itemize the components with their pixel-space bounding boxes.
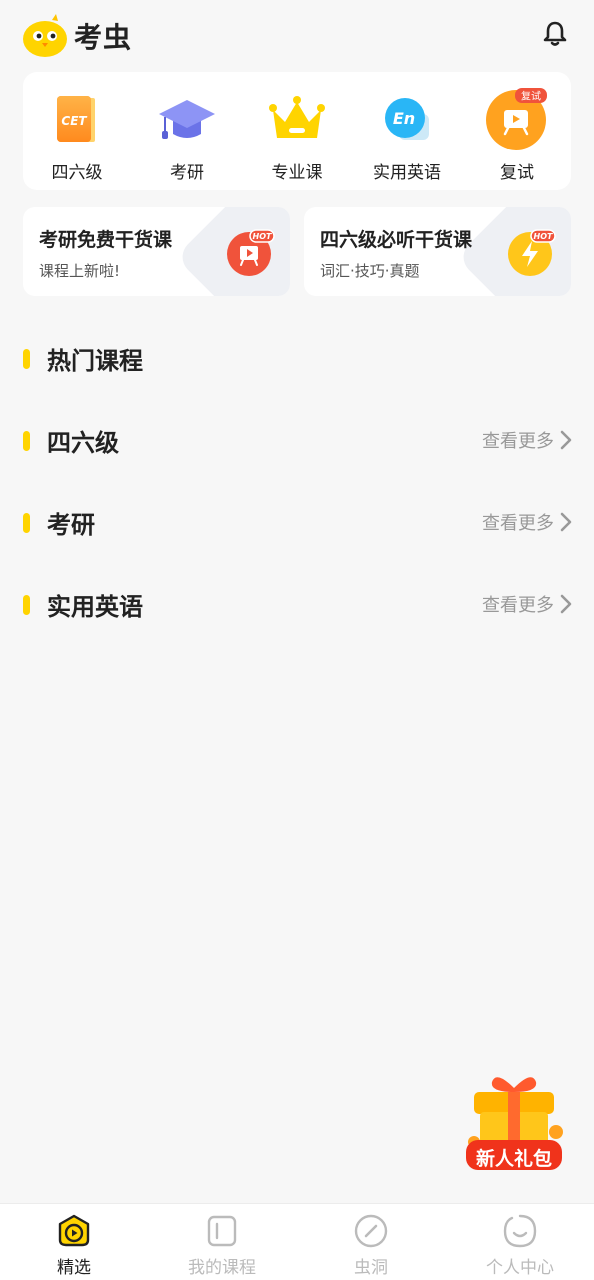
promo-subtitle: 课程上新啦! <box>39 262 121 280</box>
retest-badge: 复试 <box>521 90 541 103</box>
new-user-gift-button[interactable]: 新人礼包 <box>462 1068 566 1174</box>
category-label: 实用英语 <box>373 163 441 183</box>
section-title: 热门课程 <box>47 347 143 375</box>
chick-logo-icon <box>23 14 67 57</box>
promo-subtitle: 词汇·技巧·真题 <box>320 262 420 280</box>
category-kaoyan[interactable]: 考研 <box>137 72 237 190</box>
view-more-label: 查看更多 <box>482 595 554 616</box>
cet-icon-text: CET <box>61 114 87 128</box>
crown-icon <box>269 96 325 138</box>
nav-label: 虫洞 <box>354 1258 388 1278</box>
cet-book-icon: CET <box>57 96 95 142</box>
view-more-label: 查看更多 <box>482 431 554 452</box>
bell-icon[interactable] <box>541 20 569 48</box>
course-book-icon <box>207 1215 237 1247</box>
chevron-right-icon <box>560 594 572 614</box>
section-cet: 四六级 查看更多 <box>0 417 594 467</box>
chevron-right-icon <box>560 512 572 532</box>
app-logo: 考虫 <box>22 14 132 58</box>
category-label: 复试 <box>500 163 534 183</box>
category-label: 考研 <box>170 163 204 183</box>
view-more-label: 查看更多 <box>482 513 554 534</box>
nav-tab-profile[interactable]: 个人中心 <box>446 1204 594 1280</box>
section-marker <box>23 513 30 533</box>
app-header: 考虫 <box>0 0 594 72</box>
app-name: 考虫 <box>74 21 133 54</box>
hot-lightning-icon: HOT <box>508 229 556 276</box>
category-card: CET 四六级 考研 专业课 En 实用英语 复试 复试 <box>23 72 571 190</box>
compass-icon <box>354 1214 388 1248</box>
en-icon-text: En <box>393 109 415 128</box>
promo-title: 考研免费干货课 <box>39 229 173 251</box>
hot-video-icon: HOT <box>227 229 275 276</box>
view-more-link[interactable]: 查看更多 <box>482 509 572 535</box>
easel-icon: 复试 <box>486 88 547 150</box>
category-label: 专业课 <box>271 163 323 183</box>
view-more-link[interactable]: 查看更多 <box>482 427 572 453</box>
graduation-cap-icon <box>159 100 215 139</box>
category-english[interactable]: En 实用英语 <box>357 72 457 190</box>
nav-label: 我的课程 <box>188 1258 256 1278</box>
hot-badge: HOT <box>534 232 553 241</box>
hot-badge: HOT <box>253 232 272 241</box>
chevron-right-icon <box>560 430 572 450</box>
category-label: 四六级 <box>51 163 103 183</box>
section-marker <box>23 349 30 369</box>
promo-card-cet[interactable]: 四六级必听干货课 词汇·技巧·真题 HOT <box>304 207 571 296</box>
section-hot-courses: 热门课程 <box>0 335 594 385</box>
gift-label: 新人礼包 <box>475 1148 552 1170</box>
en-bubble-icon: En <box>385 98 429 140</box>
nav-label: 个人中心 <box>486 1258 554 1278</box>
view-more-link[interactable]: 查看更多 <box>482 591 572 617</box>
section-title: 四六级 <box>47 429 119 457</box>
smile-icon <box>503 1214 537 1248</box>
section-marker <box>23 595 30 615</box>
section-title: 实用英语 <box>47 593 143 621</box>
nav-label: 精选 <box>57 1258 91 1278</box>
nav-tab-featured[interactable]: 精选 <box>0 1204 148 1280</box>
category-cet[interactable]: CET 四六级 <box>27 72 127 190</box>
section-marker <box>23 431 30 451</box>
play-badge-icon <box>58 1214 90 1247</box>
category-retest[interactable]: 复试 复试 <box>467 72 567 190</box>
promo-title: 四六级必听干货课 <box>320 229 473 251</box>
category-major[interactable]: 专业课 <box>247 72 347 190</box>
nav-tab-my-courses[interactable]: 我的课程 <box>148 1204 296 1280</box>
section-practical-english: 实用英语 查看更多 <box>0 581 594 631</box>
promo-card-kaoyan[interactable]: 考研免费干货课 课程上新啦! HOT <box>23 207 290 296</box>
section-title: 考研 <box>47 511 95 539</box>
bottom-nav: 精选 我的课程 虫洞 个人中心 <box>0 1203 594 1280</box>
nav-tab-wormhole[interactable]: 虫洞 <box>297 1204 445 1280</box>
section-kaoyan: 考研 查看更多 <box>0 499 594 549</box>
